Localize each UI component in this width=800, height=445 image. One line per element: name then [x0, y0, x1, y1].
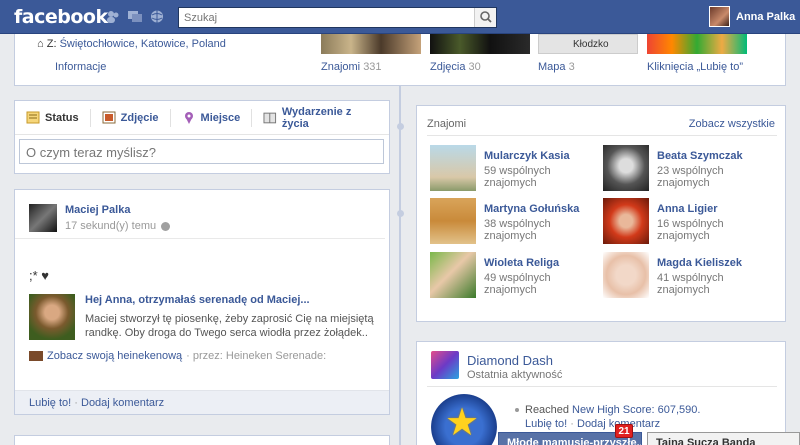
info-link[interactable]: Informacje — [55, 61, 106, 73]
life-event-book-icon — [263, 112, 277, 124]
game-name[interactable]: Diamond Dash — [467, 353, 553, 368]
via-link[interactable]: Zobacz swoją heinekenową — [47, 350, 182, 362]
friend-photo — [430, 145, 476, 191]
status-icon — [26, 111, 40, 124]
notifications-globe-icon[interactable] — [150, 10, 164, 23]
unread-badge: 21 — [615, 424, 633, 438]
friends-title: Znajomi — [427, 118, 467, 130]
friend-item[interactable]: Wioleta Religa 49 wspólnych znajomych — [430, 252, 600, 298]
status-input[interactable]: O czym teraz myślisz? — [19, 139, 384, 164]
friend-item[interactable]: Anna Ligier 16 wspólnych znajomych — [603, 198, 773, 244]
post-author-avatar[interactable] — [29, 204, 57, 232]
composer-tabs: Status Zdjęcie Miejsce Wydarzenie z życi… — [15, 101, 389, 135]
status-composer: Status Zdjęcie Miejsce Wydarzenie z życi… — [14, 100, 390, 174]
friend-requests-icon[interactable] — [106, 10, 120, 23]
friend-photo — [603, 252, 649, 298]
friend-photo — [430, 198, 476, 244]
next-post-card — [14, 435, 390, 445]
tab-life-event[interactable]: Wydarzenie z życia — [252, 106, 389, 130]
game-actions: Lubię to! · Dodaj komentarz — [525, 418, 661, 430]
home-icon: ⌂ — [37, 38, 44, 50]
attachment-description: Maciej stworzył tę piosenkę, żeby zapros… — [85, 313, 374, 339]
friend-photo — [430, 252, 476, 298]
divider — [15, 238, 385, 239]
tab-place[interactable]: Miejsce — [171, 108, 253, 127]
game-activity-box: Diamond Dash Ostatnia aktywność ★ Reache… — [416, 341, 786, 445]
search-box — [178, 7, 497, 28]
like-link[interactable]: Lubię to! — [29, 397, 71, 409]
location-link[interactable]: Świętochłowice, Katowice, Poland — [60, 38, 226, 50]
messages-icon[interactable] — [128, 10, 142, 23]
chat-tab-group-2[interactable]: Tajna Sucza Banda — [647, 432, 800, 445]
comment-link[interactable]: Dodaj komentarz — [81, 397, 164, 409]
timeline-line — [399, 86, 401, 445]
game-subtitle: Ostatnia aktywność — [467, 369, 563, 381]
divider — [427, 135, 777, 136]
map-thumbnail[interactable]: Kłodzko — [538, 34, 638, 54]
high-score-link[interactable]: New High Score: 607,590. — [572, 404, 700, 416]
attachment-title[interactable]: Hej Anna, otrzymałaś serenadę od Maciej.… — [85, 294, 310, 306]
map-caption: Kłodzko — [573, 39, 609, 50]
post-author-name[interactable]: Maciej Palka — [65, 204, 130, 216]
friend-item[interactable]: Beata Szymczak 23 wspólnych znajomych — [603, 145, 773, 191]
via-line: Zobacz swoją heinekenową · przez: Heinek… — [29, 350, 326, 362]
section-likes[interactable]: Kliknięcia „Lubię to” — [647, 61, 743, 73]
search-button[interactable] — [474, 8, 496, 27]
location-line: ⌂ Z: Świętochłowice, Katowice, Poland — [37, 38, 226, 50]
timeline-dot — [397, 123, 404, 130]
user-profile-link[interactable]: Anna Palka — [709, 6, 795, 27]
likes-thumbnail[interactable] — [647, 34, 747, 54]
friend-item[interactable]: Martyna Gołuńska 38 wspólnych znajomych — [430, 198, 600, 244]
friends-thumbnail[interactable] — [321, 34, 421, 54]
section-photos[interactable]: Zdjęcia 30 — [430, 61, 481, 73]
facebook-logo[interactable]: facebook — [14, 6, 108, 28]
section-map[interactable]: Mapa 3 — [538, 61, 575, 73]
tab-photo[interactable]: Zdjęcie — [91, 108, 171, 127]
timeline-post: Maciej Palka 17 sekund(y) temu ;* ♥ Hej … — [14, 189, 390, 415]
section-friends[interactable]: Znajomi 331 — [321, 61, 382, 73]
app-icon — [29, 351, 43, 361]
post-timestamp: 17 sekund(y) temu — [65, 220, 171, 232]
magnifier-icon — [480, 11, 492, 23]
privacy-globe-icon[interactable] — [161, 221, 171, 231]
user-avatar — [709, 6, 730, 27]
like-link[interactable]: Lubię to! — [525, 418, 567, 430]
friend-photo — [603, 145, 649, 191]
top-bar: facebook Anna Palka — [0, 0, 800, 34]
score-line: Reached New High Score: 607,590. — [515, 404, 700, 416]
friend-item[interactable]: Magda Kieliszek 41 wspólnych znajomych — [603, 252, 773, 298]
photos-thumbnail[interactable] — [430, 34, 530, 54]
friend-item[interactable]: Mularczyk Kasia 59 wspólnych znajomych — [430, 145, 600, 191]
post-message: ;* ♥ — [29, 268, 50, 283]
via-app: · przez: Heineken Serenade: — [186, 350, 327, 362]
divider — [427, 386, 777, 387]
timeline-dot — [397, 210, 404, 217]
friends-box: Znajomi Zobacz wszystkie Mularczyk Kasia… — [416, 105, 786, 322]
attachment-image[interactable] — [29, 294, 75, 340]
friend-photo — [603, 198, 649, 244]
place-pin-icon — [184, 112, 193, 124]
star-icon: ★ — [445, 402, 480, 444]
tab-status[interactable]: Status — [15, 108, 91, 127]
user-name: Anna Palka — [736, 10, 796, 23]
diamond-dash-icon[interactable] — [431, 351, 459, 379]
photo-icon — [102, 111, 116, 124]
location-prefix: Z: — [46, 38, 57, 50]
profile-about-strip: ⌂ Z: Świętochłowice, Katowice, Poland In… — [14, 34, 786, 86]
post-actions: Lubię to! · Dodaj komentarz — [15, 390, 389, 414]
search-input[interactable] — [179, 8, 469, 27]
see-all-friends-link[interactable]: Zobacz wszystkie — [689, 118, 775, 130]
